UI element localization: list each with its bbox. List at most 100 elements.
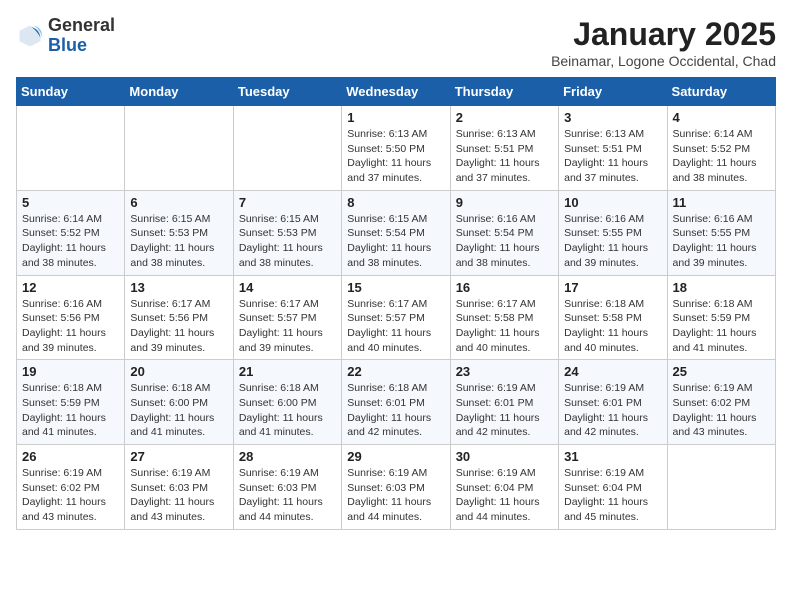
day-number: 3	[564, 110, 661, 125]
page-header: General Blue January 2025 Beinamar, Logo…	[16, 16, 776, 69]
day-info: Sunrise: 6:17 AM Sunset: 5:57 PM Dayligh…	[347, 297, 444, 356]
logo-icon	[16, 22, 44, 50]
day-info: Sunrise: 6:19 AM Sunset: 6:02 PM Dayligh…	[673, 381, 770, 440]
calendar-cell: 6Sunrise: 6:15 AM Sunset: 5:53 PM Daylig…	[125, 190, 233, 275]
day-info: Sunrise: 6:19 AM Sunset: 6:03 PM Dayligh…	[130, 466, 227, 525]
calendar-cell	[667, 445, 775, 530]
calendar-cell: 22 Sunrise: 6:18 AM Sunset: 6:01 PM Dayli…	[342, 360, 450, 445]
day-info: Sunrise: 6:19 AM Sunset: 6:03 PM Dayligh…	[239, 466, 336, 525]
calendar-cell: 31 Sunrise: 6:19 AM Sunset: 6:04 PM Dayli…	[559, 445, 667, 530]
day-info: Sunrise: 6:17 AM Sunset: 5:58 PM Dayligh…	[456, 297, 553, 356]
calendar-cell: 9Sunrise: 6:16 AM Sunset: 5:54 PM Daylig…	[450, 190, 558, 275]
day-info: Sunrise: 6:17 AM Sunset: 5:56 PM Dayligh…	[130, 297, 227, 356]
day-number: 6	[130, 195, 227, 210]
day-info: Sunrise: 6:19 AM Sunset: 6:01 PM Dayligh…	[564, 381, 661, 440]
day-number: 31	[564, 449, 661, 464]
day-number: 22	[347, 364, 444, 379]
day-number: 18	[673, 280, 770, 295]
calendar-cell: 14 Sunrise: 6:17 AM Sunset: 5:57 PM Dayli…	[233, 275, 341, 360]
day-info: Sunrise: 6:16 AM Sunset: 5:55 PM Dayligh…	[564, 212, 661, 271]
logo-text: General Blue	[48, 16, 115, 56]
day-number: 19	[22, 364, 119, 379]
day-number: 1	[347, 110, 444, 125]
calendar-cell: 5Sunrise: 6:14 AM Sunset: 5:52 PM Daylig…	[17, 190, 125, 275]
day-info: Sunrise: 6:18 AM Sunset: 5:58 PM Dayligh…	[564, 297, 661, 356]
day-info: Sunrise: 6:18 AM Sunset: 5:59 PM Dayligh…	[22, 381, 119, 440]
calendar-week-row: 19 Sunrise: 6:18 AM Sunset: 5:59 PM Dayli…	[17, 360, 776, 445]
day-info: Sunrise: 6:17 AM Sunset: 5:57 PM Dayligh…	[239, 297, 336, 356]
calendar-cell: 26 Sunrise: 6:19 AM Sunset: 6:02 PM Dayli…	[17, 445, 125, 530]
day-number: 16	[456, 280, 553, 295]
calendar-cell: 11 Sunrise: 6:16 AM Sunset: 5:55 PM Dayli…	[667, 190, 775, 275]
calendar-cell: 23 Sunrise: 6:19 AM Sunset: 6:01 PM Dayli…	[450, 360, 558, 445]
calendar-week-row: 5Sunrise: 6:14 AM Sunset: 5:52 PM Daylig…	[17, 190, 776, 275]
calendar-cell: 3Sunrise: 6:13 AM Sunset: 5:51 PM Daylig…	[559, 106, 667, 191]
day-info: Sunrise: 6:19 AM Sunset: 6:02 PM Dayligh…	[22, 466, 119, 525]
day-info: Sunrise: 6:18 AM Sunset: 6:00 PM Dayligh…	[130, 381, 227, 440]
calendar-cell: 21 Sunrise: 6:18 AM Sunset: 6:00 PM Dayli…	[233, 360, 341, 445]
calendar-cell: 2 Sunrise: 6:13 AM Sunset: 5:51 PM Daylig…	[450, 106, 558, 191]
day-number: 7	[239, 195, 336, 210]
day-info: Sunrise: 6:15 AM Sunset: 5:54 PM Dayligh…	[347, 212, 444, 271]
day-info: Sunrise: 6:18 AM Sunset: 5:59 PM Dayligh…	[673, 297, 770, 356]
day-number: 15	[347, 280, 444, 295]
day-info: Sunrise: 6:18 AM Sunset: 6:00 PM Dayligh…	[239, 381, 336, 440]
location: Beinamar, Logone Occidental, Chad	[551, 53, 776, 69]
calendar-cell: 7 Sunrise: 6:15 AM Sunset: 5:53 PM Daylig…	[233, 190, 341, 275]
day-number: 14	[239, 280, 336, 295]
calendar-week-row: 12Sunrise: 6:16 AM Sunset: 5:56 PM Dayli…	[17, 275, 776, 360]
weekday-header-row: SundayMondayTuesdayWednesdayThursdayFrid…	[17, 78, 776, 106]
day-number: 25	[673, 364, 770, 379]
day-number: 30	[456, 449, 553, 464]
day-number: 10	[564, 195, 661, 210]
weekday-header-tuesday: Tuesday	[233, 78, 341, 106]
day-number: 8	[347, 195, 444, 210]
calendar-cell: 19 Sunrise: 6:18 AM Sunset: 5:59 PM Dayli…	[17, 360, 125, 445]
day-info: Sunrise: 6:15 AM Sunset: 5:53 PM Dayligh…	[239, 212, 336, 271]
calendar-cell: 12Sunrise: 6:16 AM Sunset: 5:56 PM Dayli…	[17, 275, 125, 360]
day-number: 21	[239, 364, 336, 379]
calendar-cell: 30 Sunrise: 6:19 AM Sunset: 6:04 PM Dayli…	[450, 445, 558, 530]
calendar-cell: 13 Sunrise: 6:17 AM Sunset: 5:56 PM Dayli…	[125, 275, 233, 360]
calendar-cell: 27 Sunrise: 6:19 AM Sunset: 6:03 PM Dayli…	[125, 445, 233, 530]
day-number: 2	[456, 110, 553, 125]
day-number: 13	[130, 280, 227, 295]
day-info: Sunrise: 6:16 AM Sunset: 5:54 PM Dayligh…	[456, 212, 553, 271]
calendar-cell	[125, 106, 233, 191]
calendar-cell: 29Sunrise: 6:19 AM Sunset: 6:03 PM Dayli…	[342, 445, 450, 530]
calendar-cell: 1 Sunrise: 6:13 AM Sunset: 5:50 PM Daylig…	[342, 106, 450, 191]
day-info: Sunrise: 6:14 AM Sunset: 5:52 PM Dayligh…	[673, 127, 770, 186]
weekday-header-wednesday: Wednesday	[342, 78, 450, 106]
day-number: 27	[130, 449, 227, 464]
calendar-table: SundayMondayTuesdayWednesdayThursdayFrid…	[16, 77, 776, 530]
day-info: Sunrise: 6:18 AM Sunset: 6:01 PM Dayligh…	[347, 381, 444, 440]
calendar-cell	[233, 106, 341, 191]
title-block: January 2025 Beinamar, Logone Occidental…	[551, 16, 776, 69]
calendar-cell: 15 Sunrise: 6:17 AM Sunset: 5:57 PM Dayli…	[342, 275, 450, 360]
day-number: 24	[564, 364, 661, 379]
day-info: Sunrise: 6:13 AM Sunset: 5:51 PM Dayligh…	[456, 127, 553, 186]
weekday-header-friday: Friday	[559, 78, 667, 106]
calendar-week-row: 1 Sunrise: 6:13 AM Sunset: 5:50 PM Daylig…	[17, 106, 776, 191]
day-number: 23	[456, 364, 553, 379]
calendar-cell: 25 Sunrise: 6:19 AM Sunset: 6:02 PM Dayli…	[667, 360, 775, 445]
calendar-week-row: 26 Sunrise: 6:19 AM Sunset: 6:02 PM Dayli…	[17, 445, 776, 530]
day-number: 11	[673, 195, 770, 210]
day-number: 5	[22, 195, 119, 210]
month-title: January 2025	[551, 16, 776, 53]
day-info: Sunrise: 6:19 AM Sunset: 6:04 PM Dayligh…	[564, 466, 661, 525]
day-number: 26	[22, 449, 119, 464]
day-number: 12	[22, 280, 119, 295]
calendar-cell: 17Sunrise: 6:18 AM Sunset: 5:58 PM Dayli…	[559, 275, 667, 360]
day-number: 20	[130, 364, 227, 379]
calendar-cell: 16 Sunrise: 6:17 AM Sunset: 5:58 PM Dayli…	[450, 275, 558, 360]
day-info: Sunrise: 6:19 AM Sunset: 6:01 PM Dayligh…	[456, 381, 553, 440]
day-info: Sunrise: 6:19 AM Sunset: 6:04 PM Dayligh…	[456, 466, 553, 525]
day-number: 29	[347, 449, 444, 464]
weekday-header-thursday: Thursday	[450, 78, 558, 106]
calendar-cell: 4Sunrise: 6:14 AM Sunset: 5:52 PM Daylig…	[667, 106, 775, 191]
calendar-cell: 10 Sunrise: 6:16 AM Sunset: 5:55 PM Dayli…	[559, 190, 667, 275]
logo: General Blue	[16, 16, 115, 56]
day-info: Sunrise: 6:13 AM Sunset: 5:50 PM Dayligh…	[347, 127, 444, 186]
day-info: Sunrise: 6:16 AM Sunset: 5:55 PM Dayligh…	[673, 212, 770, 271]
